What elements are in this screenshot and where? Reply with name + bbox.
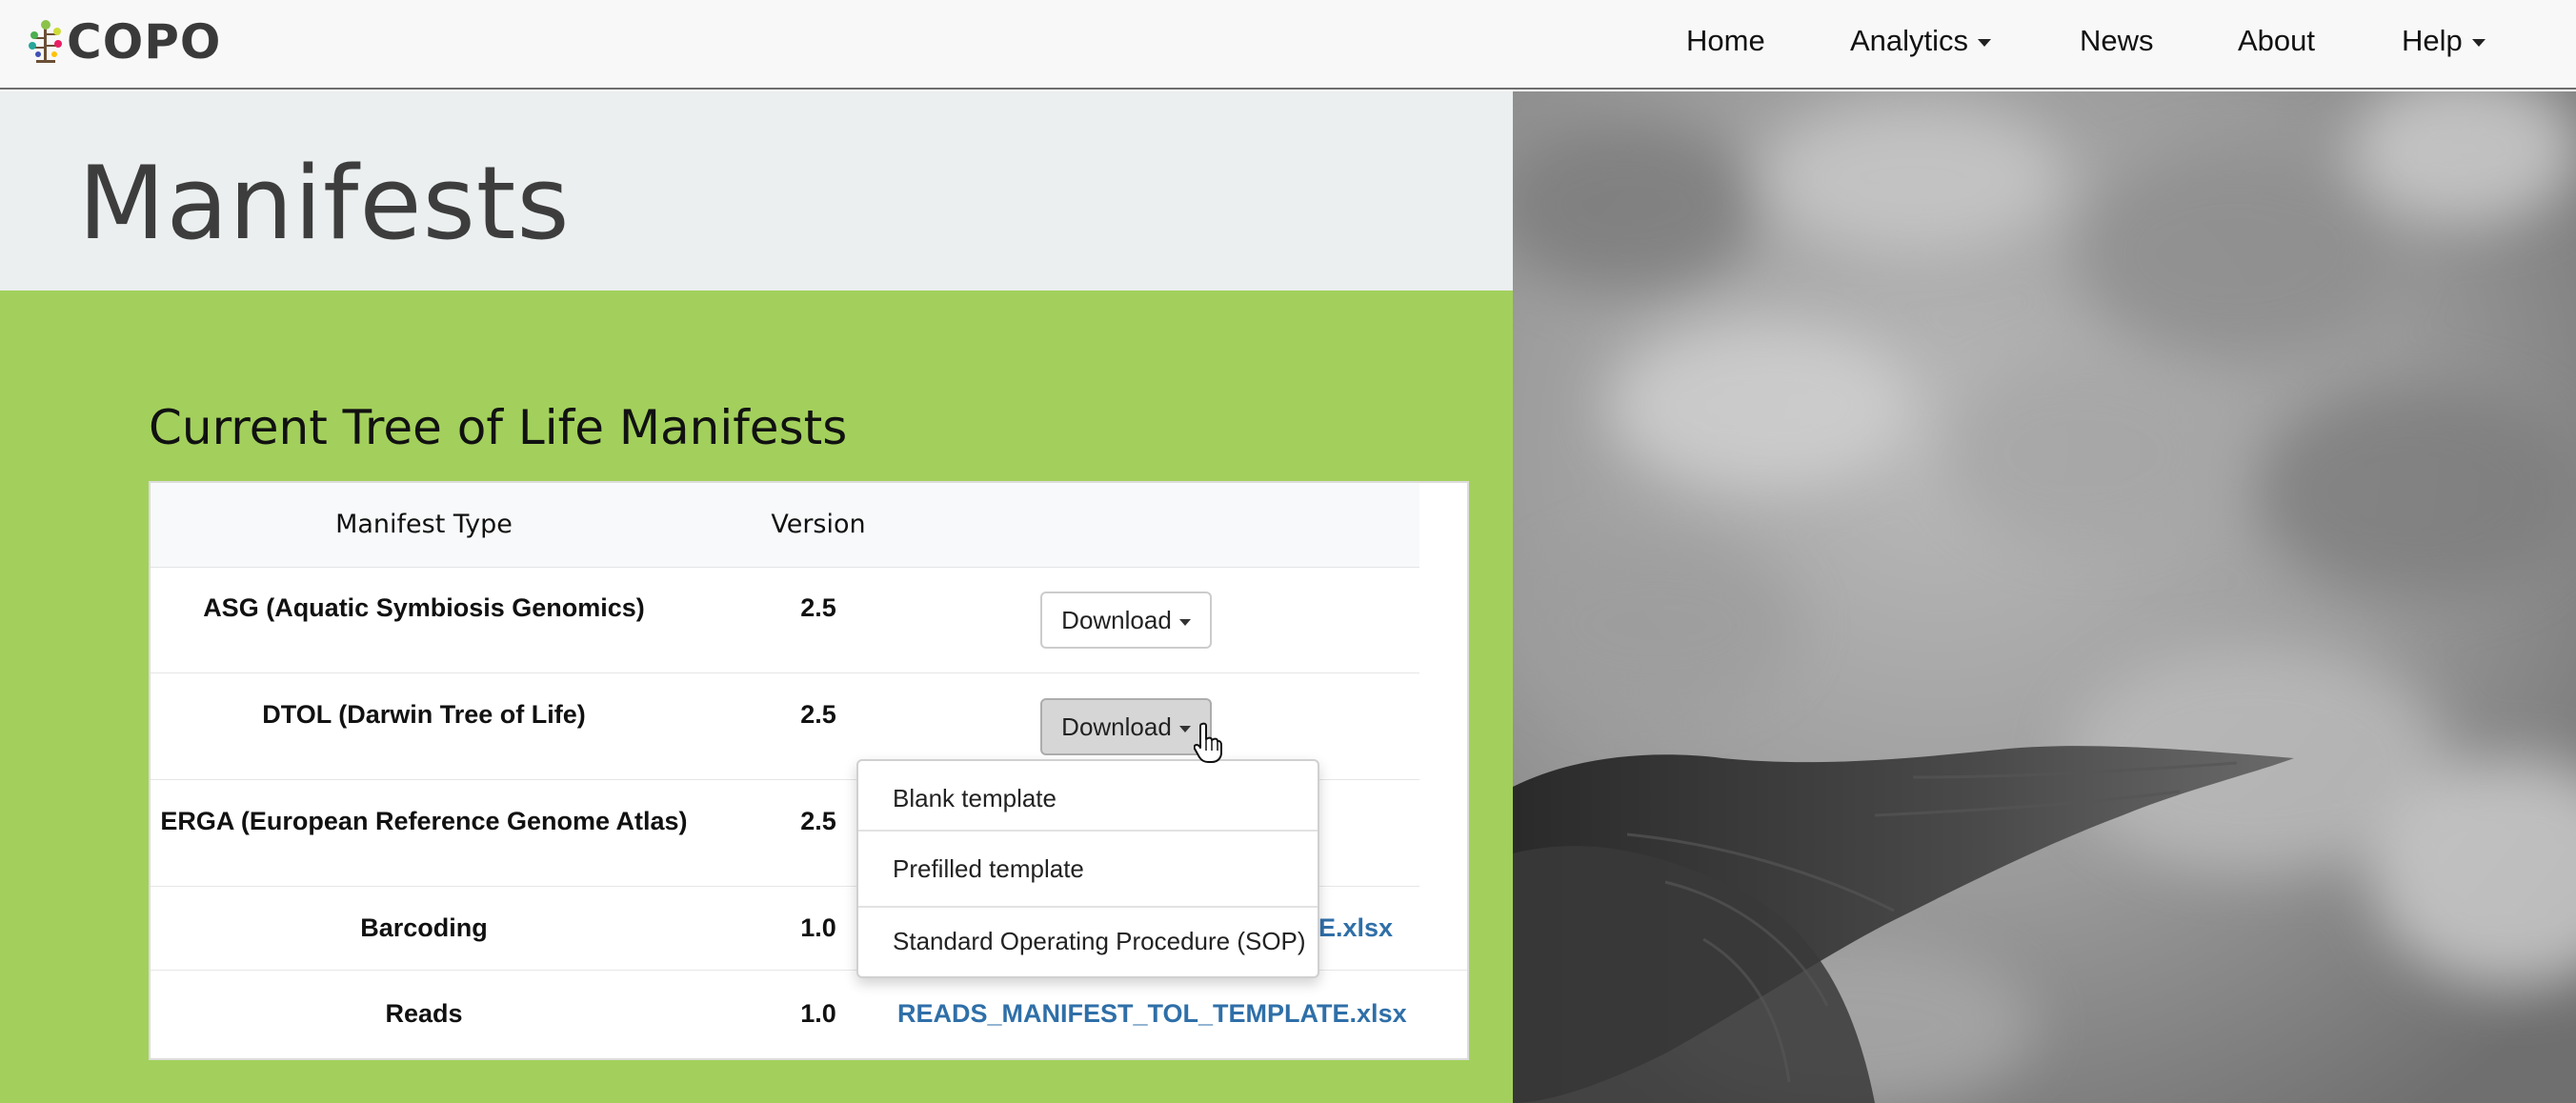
bird-photo-image <box>1513 91 2576 1103</box>
caret-down-icon <box>1178 725 1191 732</box>
caret-down-icon <box>2471 38 2485 47</box>
section-title: Current Tree of Life Manifests <box>149 400 848 455</box>
manifest-type-cell: Barcoding <box>360 913 488 942</box>
manifest-type-cell: DTOL (Darwin Tree of Life) <box>262 700 586 729</box>
asg-download-button[interactable]: Download <box>1040 592 1212 649</box>
page-title: Manifests <box>78 145 571 262</box>
logo-text: COPO <box>67 14 222 70</box>
menu-item-sop[interactable]: Standard Operating Procedure (SOP) <box>858 904 1318 978</box>
download-label: Download <box>1061 712 1172 741</box>
nav-home-label: Home <box>1686 24 1765 57</box>
reads-manifest-link[interactable]: READS_MANIFEST_TOL_TEMPLATE.xlsx <box>897 999 1407 1029</box>
dtol-download-button[interactable]: Download <box>1040 698 1212 755</box>
caret-down-icon <box>1178 618 1191 626</box>
header-version: Version <box>771 510 866 539</box>
nav-about-label: About <box>2238 24 2316 57</box>
nav-news-label: News <box>2080 24 2154 57</box>
hand-pointer-cursor-icon <box>1194 722 1222 763</box>
table-row: Reads 1.0 READS_MANIFEST_TOL_TEMPLATE.xl… <box>151 971 1467 1058</box>
nav-analytics-label: Analytics <box>1850 24 1969 57</box>
manifest-type-cell: ERGA (European Reference Genome Atlas) <box>160 807 688 835</box>
copo-tree-logo-icon <box>29 20 62 63</box>
page-header: Manifests <box>0 91 1513 291</box>
download-label: Download <box>1061 606 1172 634</box>
menu-item-prefilled-template[interactable]: Prefilled template <box>858 832 1318 906</box>
version-cell: 2.5 <box>800 593 836 622</box>
barcoding-manifest-link[interactable]: E.xlsx <box>1318 913 1393 943</box>
download-dropdown-menu: Blank template Prefilled template Standa… <box>856 759 1319 978</box>
table-row: ASG (Aquatic Symbiosis Genomics) 2.5 Dow… <box>151 567 1419 673</box>
nav-home[interactable]: Home <box>1686 19 1765 63</box>
manifests-section: Current Tree of Life Manifests Manifest … <box>0 291 1513 1103</box>
caret-down-icon <box>1978 38 1992 47</box>
top-navbar: COPO Home Analytics News About Help <box>0 0 2576 90</box>
copo-logo[interactable]: COPO <box>27 15 221 69</box>
nav-analytics[interactable]: Analytics <box>1850 19 1992 63</box>
table-header: Manifest Type Version <box>151 483 1419 568</box>
menu-item-blank-template[interactable]: Blank template <box>858 761 1318 835</box>
header-manifest-type: Manifest Type <box>335 510 513 539</box>
bird-background-photo <box>1513 91 2576 1103</box>
manifest-type-cell: ASG (Aquatic Symbiosis Genomics) <box>203 593 645 622</box>
nav-help[interactable]: Help <box>2402 19 2485 63</box>
manifest-type-cell: Reads <box>385 999 463 1028</box>
nav-news[interactable]: News <box>2080 19 2154 63</box>
version-cell: 2.5 <box>800 700 836 729</box>
nav-about[interactable]: About <box>2238 19 2315 63</box>
nav-help-label: Help <box>2402 24 2463 57</box>
